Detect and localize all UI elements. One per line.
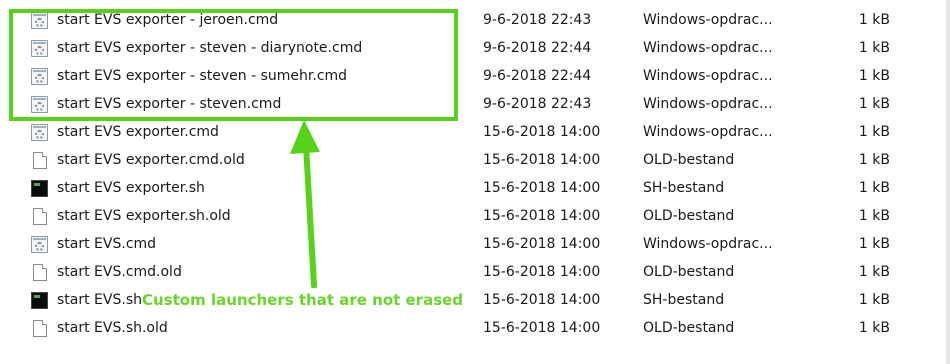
file-date-modified: 9-6-2018 22:44	[483, 40, 592, 56]
file-row[interactable]: start EVS exporter.cmd 15-6-2018 14:00 W…	[0, 118, 940, 146]
file-date-modified: 15-6-2018 14:00	[483, 320, 601, 336]
terminal-icon	[31, 180, 48, 197]
file-row[interactable]: start EVS.cmd.old 15-6-2018 14:00 OLD-be…	[0, 258, 940, 286]
cmd-file-icon	[31, 124, 48, 141]
file-date-modified: 9-6-2018 22:43	[483, 96, 592, 112]
file-size: 1 kB	[858, 152, 890, 168]
file-type: Windows-opdrac...	[643, 96, 773, 112]
file-date-modified: 15-6-2018 14:00	[483, 180, 601, 196]
file-date-modified: 15-6-2018 14:00	[483, 236, 601, 252]
file-date-modified: 15-6-2018 14:00	[483, 208, 601, 224]
file-type: OLD-bestand	[643, 264, 735, 280]
file-type: OLD-bestand	[643, 320, 735, 336]
highlight-box	[9, 9, 458, 121]
terminal-icon	[31, 292, 48, 309]
file-name: start EVS.cmd.old	[57, 264, 182, 280]
file-name: start EVS.sh	[57, 292, 142, 308]
file-row[interactable]: start EVS exporter.sh 15-6-2018 14:00 SH…	[0, 174, 940, 202]
file-name: start EVS exporter.sh.old	[57, 208, 231, 224]
document-icon	[33, 152, 47, 169]
file-type: Windows-opdrac...	[643, 124, 773, 140]
file-size: 1 kB	[858, 208, 890, 224]
file-name: start EVS exporter.cmd	[57, 124, 219, 140]
file-size: 1 kB	[858, 68, 890, 84]
file-type: SH-bestand	[643, 292, 725, 308]
file-date-modified: 9-6-2018 22:43	[483, 12, 592, 28]
annotation-arrow	[290, 120, 320, 288]
file-type: Windows-opdrac...	[643, 68, 773, 84]
cmd-file-icon	[31, 236, 48, 253]
file-size: 1 kB	[858, 264, 890, 280]
file-type: Windows-opdrac...	[643, 12, 773, 28]
file-row[interactable]: start EVS.sh.old 15-6-2018 14:00 OLD-bes…	[0, 314, 940, 342]
scrollbar-edge[interactable]	[946, 0, 950, 364]
file-type: Windows-opdrac...	[643, 40, 773, 56]
file-size: 1 kB	[858, 320, 890, 336]
file-type: OLD-bestand	[643, 208, 735, 224]
file-date-modified: 15-6-2018 14:00	[483, 292, 601, 308]
annotation-label: Custom launchers that are not erased	[141, 289, 465, 311]
file-name: start EVS exporter.cmd.old	[57, 152, 245, 168]
file-date-modified: 15-6-2018 14:00	[483, 264, 601, 280]
file-name: start EVS.cmd	[57, 236, 157, 252]
file-name: start EVS exporter.sh	[57, 180, 205, 196]
file-size: 1 kB	[858, 236, 890, 252]
file-size: 1 kB	[858, 96, 890, 112]
file-type: SH-bestand	[643, 180, 725, 196]
file-row[interactable]: start EVS.cmd 15-6-2018 14:00 Windows-op…	[0, 230, 940, 258]
file-size: 1 kB	[858, 40, 890, 56]
file-type: Windows-opdrac...	[643, 236, 773, 252]
document-icon	[33, 208, 47, 225]
document-icon	[33, 320, 47, 337]
file-date-modified: 15-6-2018 14:00	[483, 152, 601, 168]
file-size: 1 kB	[858, 180, 890, 196]
file-size: 1 kB	[858, 124, 890, 140]
file-date-modified: 9-6-2018 22:44	[483, 68, 592, 84]
file-type: OLD-bestand	[643, 152, 735, 168]
file-name: start EVS.sh.old	[57, 320, 168, 336]
document-icon	[33, 264, 47, 281]
file-date-modified: 15-6-2018 14:00	[483, 124, 601, 140]
file-row[interactable]: start EVS exporter.cmd.old 15-6-2018 14:…	[0, 146, 940, 174]
file-size: 1 kB	[858, 292, 890, 308]
file-size: 1 kB	[858, 12, 890, 28]
file-row[interactable]: start EVS exporter.sh.old 15-6-2018 14:0…	[0, 202, 940, 230]
